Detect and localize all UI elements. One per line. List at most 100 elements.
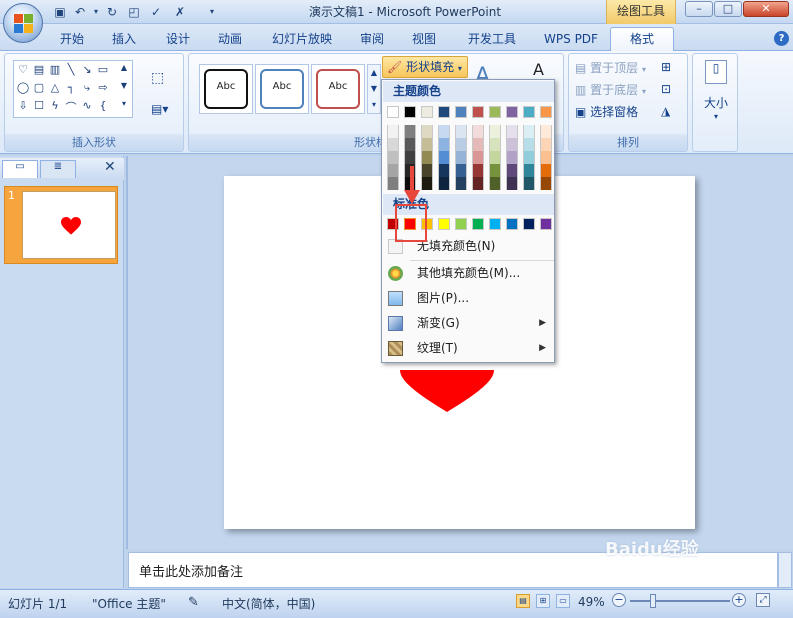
theme-shade-swatch[interactable] xyxy=(455,177,467,190)
tab-animation[interactable]: 动画 xyxy=(210,28,250,50)
arrow-line-shape-icon[interactable]: ↘ xyxy=(80,63,94,76)
theme-shade-swatch[interactable] xyxy=(421,177,433,190)
theme-shade-swatch[interactable] xyxy=(489,151,501,164)
more-fill-colors-menu-item[interactable]: 其他填充颜色(M)... xyxy=(383,261,554,286)
theme-shade-swatch[interactable] xyxy=(540,164,552,177)
tab-insert[interactable]: 插入 xyxy=(104,28,144,50)
status-zoom[interactable]: 49% xyxy=(578,595,605,609)
save-icon[interactable]: ▣ xyxy=(52,4,68,20)
theme-color-swatch[interactable] xyxy=(404,106,416,118)
tab-design[interactable]: 设计 xyxy=(158,28,198,50)
theme-shade-swatch[interactable] xyxy=(472,138,484,151)
standard-color-swatch[interactable] xyxy=(472,218,484,230)
theme-shade-swatch[interactable] xyxy=(438,151,450,164)
theme-shade-swatch[interactable] xyxy=(438,138,450,151)
slideshow-view-icon[interactable]: ▭ xyxy=(556,594,570,608)
theme-shade-swatch[interactable] xyxy=(387,164,399,177)
theme-color-swatch[interactable] xyxy=(472,106,484,118)
standard-color-swatch[interactable] xyxy=(489,218,501,230)
standard-color-swatch[interactable] xyxy=(438,218,450,230)
theme-shade-swatch[interactable] xyxy=(540,151,552,164)
rectangle-shape-icon[interactable]: ▭ xyxy=(96,63,110,76)
theme-shade-swatch[interactable] xyxy=(404,151,416,164)
rounded-rect-shape-icon[interactable]: ▢ xyxy=(32,81,46,94)
gallery-down-icon[interactable]: ▼ xyxy=(118,81,130,90)
zoom-in-icon[interactable]: + xyxy=(732,593,746,607)
close-button[interactable]: ✕ xyxy=(743,1,789,17)
customize-toolbar-icon[interactable]: ▾ xyxy=(204,4,220,20)
picture-fill-menu-item[interactable]: 图片(P)... xyxy=(383,286,554,311)
theme-shade-swatch[interactable] xyxy=(404,138,416,151)
theme-color-swatch[interactable] xyxy=(438,106,450,118)
theme-shade-swatch[interactable] xyxy=(506,164,518,177)
slide-thumbnail[interactable]: 1 xyxy=(4,186,118,264)
shape-style-black[interactable]: Abc xyxy=(199,64,253,114)
theme-shade-swatch[interactable] xyxy=(489,125,501,138)
theme-shade-swatch[interactable] xyxy=(455,151,467,164)
right-arrow-shape-icon[interactable]: ⇨ xyxy=(96,81,110,94)
theme-shade-swatch[interactable] xyxy=(455,138,467,151)
theme-shade-swatch[interactable] xyxy=(472,177,484,190)
theme-shade-swatch[interactable] xyxy=(438,177,450,190)
theme-shade-swatch[interactable] xyxy=(387,125,399,138)
freeform-shape-icon[interactable]: ∿ xyxy=(80,99,94,112)
check-icon[interactable]: ✓ xyxy=(148,4,164,20)
theme-shade-swatch[interactable] xyxy=(421,151,433,164)
group-size[interactable]: ▯ 大小 ▾ xyxy=(692,53,738,152)
spell-check-icon[interactable]: ✎ xyxy=(188,595,199,610)
notes-scrollbar[interactable] xyxy=(778,552,792,588)
theme-color-swatch[interactable] xyxy=(506,106,518,118)
theme-color-swatch[interactable] xyxy=(421,106,433,118)
theme-shade-swatch[interactable] xyxy=(523,125,535,138)
standard-color-swatch[interactable] xyxy=(455,218,467,230)
tab-slideshow[interactable]: 幻灯片放映 xyxy=(264,28,340,50)
theme-shade-swatch[interactable] xyxy=(523,164,535,177)
gradient-fill-menu-item[interactable]: 渐变(G) ▶ xyxy=(383,311,554,336)
fit-to-window-icon[interactable]: ⤢ xyxy=(756,593,770,607)
undo-icon[interactable]: ↶ xyxy=(72,4,88,20)
texture-fill-menu-item[interactable]: 纹理(T) ▶ xyxy=(383,336,554,361)
theme-shade-swatch[interactable] xyxy=(506,125,518,138)
tab-review[interactable]: 审阅 xyxy=(352,28,392,50)
theme-color-swatch[interactable] xyxy=(489,106,501,118)
undo-dropdown-icon[interactable]: ▾ xyxy=(88,4,104,20)
theme-shade-swatch[interactable] xyxy=(523,151,535,164)
theme-shade-swatch[interactable] xyxy=(489,138,501,151)
theme-shade-swatch[interactable] xyxy=(455,164,467,177)
slides-tab[interactable]: ▭ xyxy=(2,160,38,178)
align-icon[interactable]: ⊞ xyxy=(661,60,671,74)
minimize-button[interactable]: – xyxy=(685,1,713,17)
close-icon[interactable]: ✗ xyxy=(172,4,188,20)
slide-sorter-icon[interactable]: ⊞ xyxy=(536,594,550,608)
standard-color-swatch[interactable] xyxy=(523,218,535,230)
gallery-more-icon[interactable]: ▾ xyxy=(118,99,130,108)
tab-view[interactable]: 视图 xyxy=(404,28,444,50)
theme-shade-swatch[interactable] xyxy=(489,177,501,190)
theme-shade-swatch[interactable] xyxy=(472,125,484,138)
textbox-shape-icon[interactable]: ▤ xyxy=(32,63,46,76)
theme-shade-swatch[interactable] xyxy=(523,138,535,151)
theme-shade-swatch[interactable] xyxy=(489,164,501,177)
tab-developer[interactable]: 开发工具 xyxy=(460,28,524,50)
close-pane-icon[interactable]: ✕ xyxy=(104,159,116,175)
oval-shape-icon[interactable]: ◯ xyxy=(16,81,30,94)
restore-button[interactable]: □ xyxy=(714,1,742,17)
theme-shade-swatch[interactable] xyxy=(455,125,467,138)
theme-shade-swatch[interactable] xyxy=(472,151,484,164)
theme-shade-swatch[interactable] xyxy=(438,125,450,138)
line-shape-icon[interactable]: ╲ xyxy=(64,63,78,76)
rotate-icon[interactable]: ◮ xyxy=(661,104,670,118)
theme-shade-swatch[interactable] xyxy=(540,138,552,151)
shape-fill-button[interactable]: 🖌 形状填充 ▾ xyxy=(382,56,468,78)
triangle-shape-icon[interactable]: △ xyxy=(48,81,62,94)
text-box-icon[interactable]: ▤▾ xyxy=(151,102,168,116)
theme-color-swatch[interactable] xyxy=(523,106,535,118)
theme-shade-swatch[interactable] xyxy=(506,177,518,190)
office-button[interactable] xyxy=(3,3,43,43)
gallery-up-icon[interactable]: ▲ xyxy=(118,63,130,72)
standard-color-swatch[interactable] xyxy=(506,218,518,230)
theme-shade-swatch[interactable] xyxy=(540,125,552,138)
zoom-slider-track[interactable] xyxy=(630,600,730,602)
theme-shade-swatch[interactable] xyxy=(523,177,535,190)
theme-shade-swatch[interactable] xyxy=(421,125,433,138)
